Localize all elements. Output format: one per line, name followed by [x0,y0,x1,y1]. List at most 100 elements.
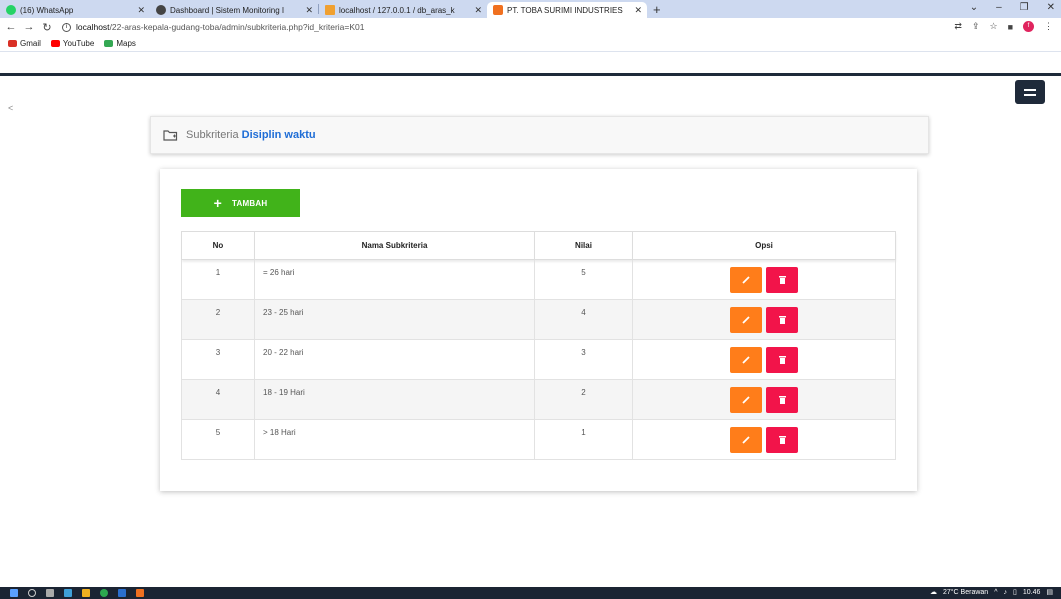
delete-button[interactable] [766,266,798,293]
chevron-down-icon[interactable]: ⌄ [970,2,978,13]
row-actions [730,266,798,293]
forward-icon[interactable]: → [22,21,36,33]
info-icon[interactable]: i [62,22,71,32]
close-icon[interactable]: ✕ [137,5,145,16]
app-navbar [0,73,1061,76]
table-row: 5 > 18 Hari 1 [181,419,896,460]
store-icon[interactable] [64,589,72,597]
trash-icon [778,315,786,324]
bookmark-maps[interactable]: Maps [104,39,136,48]
trash-icon [778,435,786,444]
tab-phpmyadmin[interactable]: localhost / 127.0.0.1 / db_aras_k ✕ [319,2,487,18]
new-tab-button[interactable]: + [653,2,661,17]
bookmark-label: YouTube [62,39,95,48]
pencil-icon [742,275,750,284]
bookmark-gmail[interactable]: Gmail [8,39,41,48]
more-icon[interactable]: ⋮ [1044,21,1053,32]
chrome-icon[interactable] [100,589,108,597]
close-icon[interactable]: ✕ [634,5,642,16]
close-icon[interactable]: ✕ [305,5,313,16]
translate-icon[interactable]: ⇄ [954,21,962,32]
minimize-icon[interactable]: – [996,2,1002,13]
sidebar-toggle-icon[interactable]: < [8,103,13,113]
notification-icon[interactable]: ▤ [1046,588,1053,596]
cell-nama: > 18 Hari [254,419,535,460]
cell-nama: 18 - 19 Hari [254,379,535,420]
bookmarks-bar: Gmail YouTube Maps [0,36,1061,52]
cell-opsi [632,259,896,300]
bookmark-label: Gmail [20,39,41,48]
trash-icon [778,275,786,284]
cell-nilai: 3 [534,339,633,380]
star-icon[interactable]: ☆ [989,21,997,32]
table-row: 3 20 - 22 hari 3 [181,339,896,380]
cell-opsi [632,379,896,420]
cell-no: 2 [181,299,255,340]
column-header-opsi: Opsi [632,231,896,260]
tab-dashboard[interactable]: Dashboard | Sistem Monitoring I ✕ [150,2,318,18]
url-field[interactable]: i localhost/22-aras-kepala-gudang-toba/a… [62,22,364,32]
weather-text[interactable]: 27°C Berawan [943,589,988,596]
site-icon [493,5,503,15]
row-actions [730,346,798,373]
reload-icon[interactable]: ↻ [40,21,54,34]
delete-button[interactable] [766,426,798,453]
battery-icon[interactable]: ▯ [1013,588,1017,596]
gmail-icon [8,40,17,47]
phpmyadmin-icon [325,5,335,15]
close-icon[interactable]: ✕ [474,5,482,16]
share-icon[interactable]: ⇪ [972,21,980,32]
edit-button[interactable] [730,426,762,453]
plus-icon: + [213,195,223,211]
search-icon[interactable] [28,589,36,597]
chevron-up-icon[interactable]: ^ [994,589,997,596]
volume-icon[interactable]: ♪ [1003,589,1007,596]
subkriteria-table: No Nama Subkriteria Nilai Opsi 1 = 26 ha… [181,231,896,460]
row-actions [730,306,798,333]
weather-icon: ☁ [929,589,937,596]
clock[interactable]: 10.46 [1023,589,1041,596]
youtube-icon [50,40,60,47]
page-title-name: Disiplin waktu [241,129,316,141]
edit-button[interactable] [730,306,762,333]
edit-button[interactable] [730,386,762,413]
hamburger-menu-button[interactable] [1015,80,1045,104]
table-row: 2 23 - 25 hari 4 [181,299,896,340]
row-actions [730,426,798,453]
cell-nilai: 5 [534,259,633,300]
tab-label: (16) WhatsApp [20,5,74,15]
xampp-icon[interactable] [136,589,144,597]
cell-nilai: 4 [534,299,633,340]
url-host: localhost [76,22,110,32]
system-tray: ☁ 27°C Berawan ^ ♪ ▯ 10.46 ▤ [929,588,1053,597]
restore-icon[interactable]: ❐ [1020,2,1029,13]
menu-icon-bar [1024,93,1036,96]
avatar[interactable]: f [1023,21,1034,32]
bookmark-youtube[interactable]: YouTube [50,39,95,48]
sidepanel-icon[interactable]: ■ [1008,22,1013,32]
window-controls: ⌄ – ❐ ✕ [970,2,1055,13]
bookmark-label: Maps [116,39,136,48]
cell-nilai: 2 [534,379,633,420]
tab-toba-surimi[interactable]: PT. TOBA SURIMI INDUSTRIES ✕ [487,2,647,18]
edit-button[interactable] [730,346,762,373]
tab-whatsapp[interactable]: (16) WhatsApp ✕ [0,2,150,18]
page-header: Subkriteria Disiplin waktu [150,116,929,154]
delete-button[interactable] [766,386,798,413]
cell-nama: 20 - 22 hari [254,339,535,380]
page-title: Subkriteria Disiplin waktu [186,129,316,141]
address-bar: ← → ↻ i localhost/22-aras-kepala-gudang-… [0,18,1061,36]
delete-button[interactable] [766,346,798,373]
whatsapp-icon [6,5,16,15]
delete-button[interactable] [766,306,798,333]
close-window-icon[interactable]: ✕ [1047,2,1055,13]
back-icon[interactable]: ← [4,21,18,33]
file-explorer-icon[interactable] [82,589,90,597]
cell-opsi [632,339,896,380]
cell-no: 3 [181,339,255,380]
vscode-icon[interactable] [118,589,126,597]
task-view-icon[interactable] [46,589,54,597]
add-button[interactable]: + TAMBAH [181,189,300,217]
edit-button[interactable] [730,266,762,293]
windows-start-icon[interactable] [10,589,18,597]
